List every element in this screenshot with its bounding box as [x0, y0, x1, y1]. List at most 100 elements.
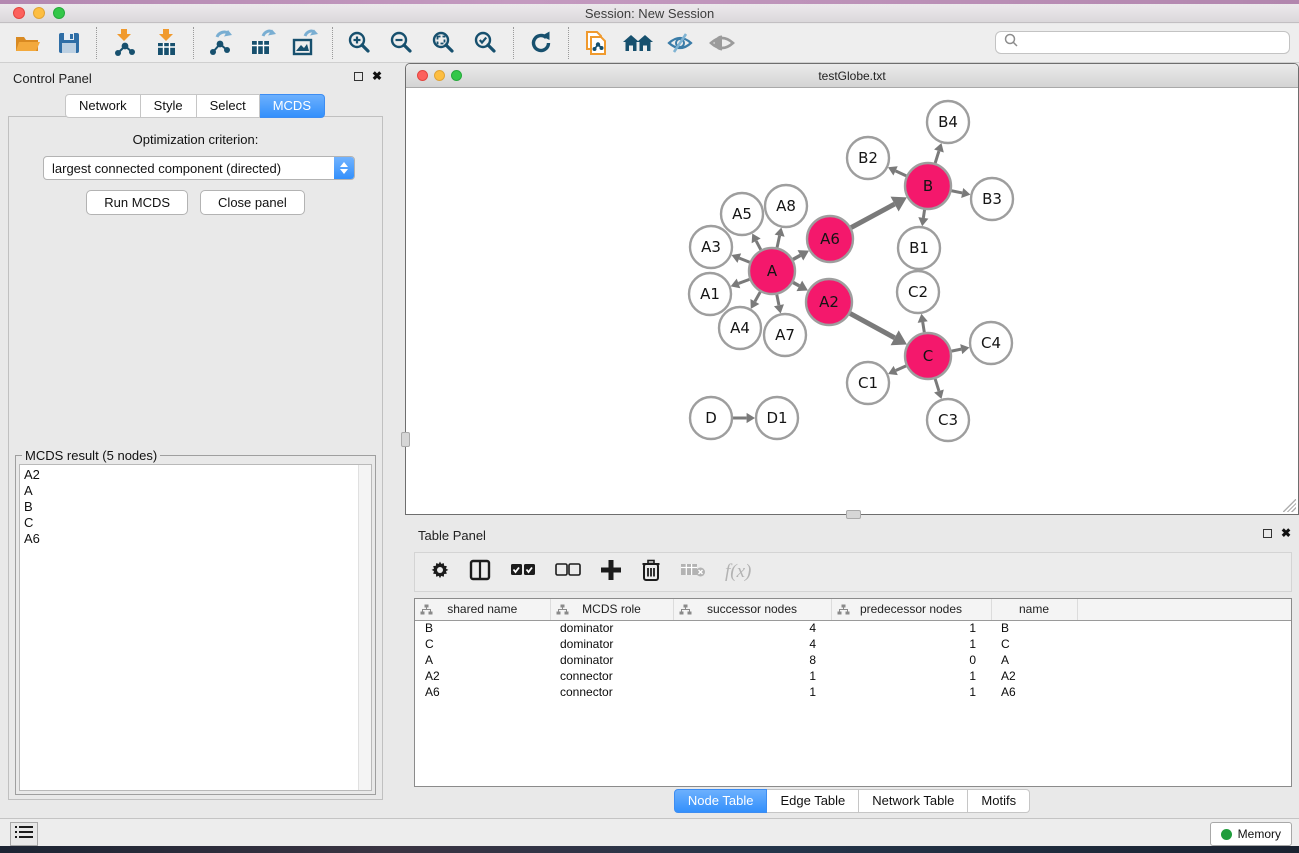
- network-edge[interactable]: [756, 241, 761, 250]
- table-cell: dominator: [550, 636, 673, 652]
- run-mcds-button[interactable]: Run MCDS: [86, 190, 188, 215]
- export-table-icon: [249, 29, 277, 57]
- network-edge[interactable]: [850, 313, 895, 337]
- zoom-out-button[interactable]: [387, 28, 417, 58]
- export-network-button[interactable]: [206, 28, 236, 58]
- column-header-shared-name[interactable]: shared name: [415, 599, 550, 620]
- column-header-mcds-role[interactable]: MCDS role: [550, 599, 673, 620]
- tab-mcds[interactable]: MCDS: [260, 94, 325, 118]
- export-table-button[interactable]: [248, 28, 278, 58]
- network-edge[interactable]: [793, 282, 799, 285]
- import-table-button[interactable]: [151, 28, 181, 58]
- home-button[interactable]: [623, 28, 653, 58]
- tab-style[interactable]: Style: [141, 94, 197, 118]
- network-edge[interactable]: [952, 191, 963, 193]
- network-edge[interactable]: [755, 292, 760, 302]
- network-edge[interactable]: [739, 258, 749, 262]
- vertical-splitter-handle[interactable]: [401, 432, 410, 447]
- tab-motifs[interactable]: Motifs: [968, 789, 1030, 813]
- column-header-filler: [1077, 599, 1291, 620]
- network-edge[interactable]: [777, 295, 779, 306]
- close-table-panel-icon[interactable]: ✖: [1281, 528, 1291, 538]
- delete-column-button[interactable]: [641, 559, 661, 586]
- zoom-in-button[interactable]: [345, 28, 375, 58]
- zoom-fit-button[interactable]: [429, 28, 459, 58]
- select-all-columns-button[interactable]: [510, 563, 536, 582]
- deselect-all-columns-button[interactable]: [555, 563, 581, 582]
- node-label: C3: [938, 411, 958, 429]
- result-scrollbar[interactable]: [358, 465, 371, 790]
- tab-network[interactable]: Network: [65, 94, 141, 118]
- mcds-result-item[interactable]: A2: [24, 467, 371, 483]
- refresh-button[interactable]: [526, 28, 556, 58]
- network-edge[interactable]: [935, 379, 939, 391]
- table-cell: connector: [550, 684, 673, 700]
- network-canvas[interactable]: B4B2BB3A5A8A6B1A3AA1C2A2A4A7C4CC1C3DD1: [406, 89, 1298, 514]
- node-table[interactable]: shared name MCDS role successor nodes pr…: [414, 598, 1292, 787]
- column-header-successor-nodes[interactable]: successor nodes: [673, 599, 831, 620]
- table-row[interactable]: Bdominator41B: [415, 620, 1291, 636]
- duplicate-network-button[interactable]: [581, 28, 611, 58]
- table-cell: C: [991, 636, 1077, 652]
- float-panel-icon[interactable]: [354, 72, 363, 81]
- close-panel-button[interactable]: Close panel: [200, 190, 305, 215]
- hide-graphics-button[interactable]: [665, 28, 695, 58]
- export-image-button[interactable]: [290, 28, 320, 58]
- close-panel-icon[interactable]: ✖: [372, 71, 382, 81]
- node-label: D1: [766, 409, 787, 427]
- horizontal-splitter-handle[interactable]: [846, 510, 861, 519]
- task-history-button[interactable]: [10, 822, 38, 846]
- table-row[interactable]: Cdominator41C: [415, 636, 1291, 652]
- node-label: C4: [981, 334, 1001, 352]
- table-row[interactable]: A6connector11A6: [415, 684, 1291, 700]
- criterion-dropdown[interactable]: largest connected component (directed): [43, 156, 355, 180]
- table-cell: 1: [673, 684, 831, 700]
- edge-arrowhead-icon: [918, 314, 928, 323]
- column-header-name[interactable]: name: [991, 599, 1077, 620]
- network-edge[interactable]: [923, 210, 924, 218]
- network-edge[interactable]: [935, 151, 939, 163]
- table-row[interactable]: A2connector11A2: [415, 668, 1291, 684]
- save-floppy-icon: [56, 30, 82, 56]
- float-table-panel-icon[interactable]: [1263, 529, 1272, 538]
- export-network-icon: [207, 29, 235, 57]
- mcds-result-item[interactable]: C: [24, 515, 371, 531]
- table-row[interactable]: Adominator80A: [415, 652, 1291, 668]
- network-edge[interactable]: [952, 349, 962, 351]
- tab-edge-table[interactable]: Edge Table: [767, 789, 859, 813]
- network-edge[interactable]: [793, 255, 800, 259]
- zoom-selected-button[interactable]: [471, 28, 501, 58]
- create-column-button[interactable]: [600, 559, 622, 586]
- import-network-button[interactable]: [109, 28, 139, 58]
- column-header-predecessor-nodes[interactable]: predecessor nodes: [831, 599, 991, 620]
- node-label: A1: [700, 285, 720, 303]
- network-edge[interactable]: [739, 279, 750, 283]
- table-settings-button[interactable]: [430, 560, 450, 585]
- network-edge[interactable]: [896, 366, 906, 371]
- search-input[interactable]: [995, 31, 1290, 54]
- network-edge[interactable]: [777, 236, 780, 248]
- mcds-result-item[interactable]: B: [24, 499, 371, 515]
- show-graphics-details-button[interactable]: [707, 28, 737, 58]
- node-label: A7: [775, 326, 795, 344]
- zoom-selected-icon: [473, 30, 499, 56]
- table-cell: B: [415, 620, 550, 636]
- tab-network-table[interactable]: Network Table: [859, 789, 968, 813]
- table-cell: 4: [673, 620, 831, 636]
- network-edge[interactable]: [851, 204, 894, 228]
- resize-grip-icon[interactable]: [1283, 499, 1296, 512]
- show-columns-button[interactable]: [469, 559, 491, 586]
- memory-button[interactable]: Memory: [1210, 822, 1292, 846]
- node-label: C: [923, 347, 933, 365]
- mcds-result-title: MCDS result (5 nodes): [22, 448, 160, 463]
- save-session-button[interactable]: [54, 28, 84, 58]
- eye-slash-icon: [666, 30, 694, 56]
- mcds-result-item[interactable]: A6: [24, 531, 371, 547]
- network-edge[interactable]: [923, 322, 925, 332]
- node-label: A2: [819, 293, 839, 311]
- mcds-result-item[interactable]: A: [24, 483, 371, 499]
- tab-select[interactable]: Select: [197, 94, 260, 118]
- open-file-button[interactable]: [12, 28, 42, 58]
- network-edge[interactable]: [896, 171, 907, 176]
- tab-node-table[interactable]: Node Table: [674, 789, 768, 813]
